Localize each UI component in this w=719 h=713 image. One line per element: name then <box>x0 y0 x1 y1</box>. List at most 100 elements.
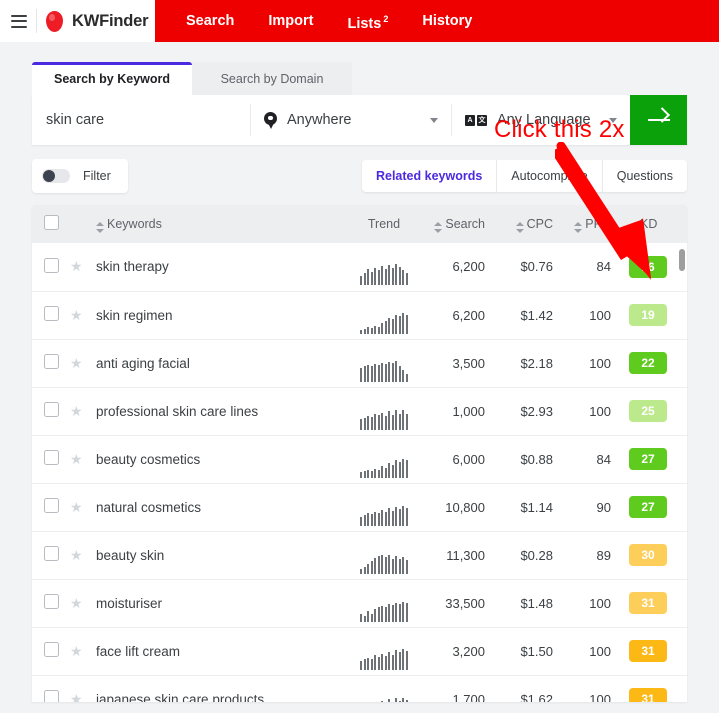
row-ppc: 100 <box>589 307 611 323</box>
table-row[interactable]: ★ japanese skin care products 1,700 $1.62 10… <box>32 675 687 702</box>
row-keyword-cell[interactable]: beauty cosmetics <box>96 435 351 483</box>
table-row[interactable]: ★ moisturiser 33,500 $1.48 100 31 <box>32 579 687 627</box>
table-body: ★ skin therapy 6,200 $0.76 84 16 ★ skin regimen… <box>32 243 687 702</box>
top-navbar: KWFinder Search Import Lists 2 History <box>0 0 719 42</box>
table-row[interactable]: ★ professional skin care lines 1,000 $2.93 1… <box>32 387 687 435</box>
row-star-cell[interactable]: ★ <box>70 435 96 483</box>
row-checkbox-cell[interactable] <box>32 291 70 339</box>
tab-search-by-keyword[interactable]: Search by Keyword <box>32 62 192 95</box>
trend-sparkline <box>356 502 412 526</box>
row-star-cell[interactable]: ★ <box>70 675 96 703</box>
row-trend-cell <box>351 579 417 627</box>
filter-switch-icon[interactable] <box>42 169 70 183</box>
row-checkbox-cell[interactable] <box>32 675 70 702</box>
brand-name: KWFinder <box>72 11 149 30</box>
row-checkbox-cell[interactable] <box>32 435 70 483</box>
star-icon[interactable]: ★ <box>70 643 83 659</box>
star-icon[interactable]: ★ <box>70 355 83 371</box>
row-checkbox-icon[interactable] <box>43 450 59 465</box>
nav-link-history[interactable]: History <box>405 0 489 42</box>
row-checkbox-cell[interactable] <box>32 483 70 531</box>
nav-link-lists[interactable]: Lists 2 <box>330 0 405 44</box>
row-checkbox-cell[interactable] <box>32 627 70 675</box>
table-vertical-scrollbar[interactable] <box>679 249 685 271</box>
star-icon[interactable]: ★ <box>70 499 83 515</box>
row-checkbox-icon[interactable] <box>43 690 59 702</box>
table-row[interactable]: ★ beauty skin 11,300 $0.28 89 30 <box>32 531 687 579</box>
table-row[interactable]: ★ anti aging facial 3,500 $2.18 100 22 <box>32 339 687 387</box>
table-row[interactable]: ★ natural cosmetics 10,800 $1.14 90 27 <box>32 483 687 531</box>
star-icon[interactable]: ★ <box>70 691 83 703</box>
keyword-text: skin therapy <box>96 259 169 275</box>
row-star-cell[interactable]: ★ <box>70 579 96 627</box>
row-star-cell[interactable]: ★ <box>70 531 96 579</box>
column-header-keywords[interactable]: Keywords <box>96 205 351 243</box>
row-kd-cell: 31 <box>625 675 687 702</box>
row-checkbox-cell[interactable] <box>32 243 70 291</box>
row-search-volume: 1,000 <box>452 403 485 419</box>
star-icon[interactable]: ★ <box>70 451 83 467</box>
filter-toggle[interactable]: Filter <box>32 159 128 193</box>
row-kd-cell: 27 <box>625 483 687 531</box>
row-checkbox-icon[interactable] <box>43 546 59 561</box>
table-row[interactable]: ★ skin therapy 6,200 $0.76 84 16 <box>32 243 687 291</box>
row-checkbox-cell[interactable] <box>32 339 70 387</box>
row-checkbox-icon[interactable] <box>43 354 59 369</box>
row-checkbox-cell[interactable] <box>32 531 70 579</box>
location-select[interactable]: Anywhere <box>251 95 451 145</box>
star-icon[interactable]: ★ <box>70 258 83 274</box>
row-keyword-cell[interactable]: face lift cream <box>96 627 351 675</box>
row-checkbox-icon[interactable] <box>43 402 59 417</box>
column-header-cpc[interactable]: CPC <box>489 205 559 243</box>
trend-sparkline <box>356 646 412 670</box>
star-icon[interactable]: ★ <box>70 547 83 563</box>
row-checkbox-icon[interactable] <box>43 498 59 513</box>
row-checkbox-icon[interactable] <box>43 642 59 657</box>
table-row[interactable]: ★ skin regimen 6,200 $1.42 100 19 <box>32 291 687 339</box>
row-keyword-cell[interactable]: anti aging facial <box>96 339 351 387</box>
tab-search-by-domain[interactable]: Search by Domain <box>192 62 352 95</box>
row-checkbox-cell[interactable] <box>32 579 70 627</box>
row-star-cell[interactable]: ★ <box>70 387 96 435</box>
table-row[interactable]: ★ beauty cosmetics 6,000 $0.88 84 27 <box>32 435 687 483</box>
row-checkbox-cell[interactable] <box>32 387 70 435</box>
star-icon[interactable]: ★ <box>70 595 83 611</box>
star-header <box>70 205 96 243</box>
table-row[interactable]: ★ face lift cream 3,200 $1.50 100 31 <box>32 627 687 675</box>
search-submit-button[interactable] <box>630 95 687 145</box>
star-icon[interactable]: ★ <box>70 403 83 419</box>
column-header-ppc[interactable]: PPC <box>559 205 625 243</box>
nav-link-search-label: Search <box>186 13 235 29</box>
row-keyword-cell[interactable]: natural cosmetics <box>96 483 351 531</box>
row-star-cell[interactable]: ★ <box>70 291 96 339</box>
row-keyword-cell[interactable]: beauty skin <box>96 531 351 579</box>
row-search-volume: 6,000 <box>452 451 485 467</box>
column-header-kd[interactable]: KD <box>625 205 687 243</box>
row-keyword-cell[interactable]: professional skin care lines <box>96 387 351 435</box>
star-icon[interactable]: ★ <box>70 307 83 323</box>
row-checkbox-icon[interactable] <box>43 257 59 273</box>
tab-related-keywords[interactable]: Related keywords <box>361 160 498 192</box>
hamburger-menu-icon[interactable] <box>11 14 27 28</box>
row-star-cell[interactable]: ★ <box>70 483 96 531</box>
row-star-cell[interactable]: ★ <box>70 627 96 675</box>
select-all-header[interactable] <box>32 205 70 243</box>
search-mode-tabs: Search by Keyword Search by Domain <box>32 62 687 95</box>
row-checkbox-icon[interactable] <box>43 594 59 609</box>
row-keyword-cell[interactable]: skin regimen <box>96 291 351 339</box>
keyword-input[interactable] <box>32 95 250 145</box>
row-keyword-cell[interactable]: moisturiser <box>96 579 351 627</box>
tab-autocomplete[interactable]: Autocomplete <box>497 160 603 192</box>
column-header-search[interactable]: Search <box>417 205 489 243</box>
row-keyword-cell[interactable]: japanese skin care products <box>96 675 351 703</box>
table-header-row: Keywords Trend Search CPC PPC KD <box>32 205 687 243</box>
row-star-cell[interactable]: ★ <box>70 243 96 291</box>
row-ppc: 100 <box>589 595 611 611</box>
nav-link-search[interactable]: Search <box>169 0 251 42</box>
select-all-checkbox-icon[interactable] <box>43 215 59 230</box>
nav-link-import[interactable]: Import <box>251 0 330 42</box>
row-keyword-cell[interactable]: skin therapy <box>96 243 351 291</box>
tab-questions[interactable]: Questions <box>602 160 687 192</box>
row-checkbox-icon[interactable] <box>43 306 59 321</box>
row-star-cell[interactable]: ★ <box>70 339 96 387</box>
